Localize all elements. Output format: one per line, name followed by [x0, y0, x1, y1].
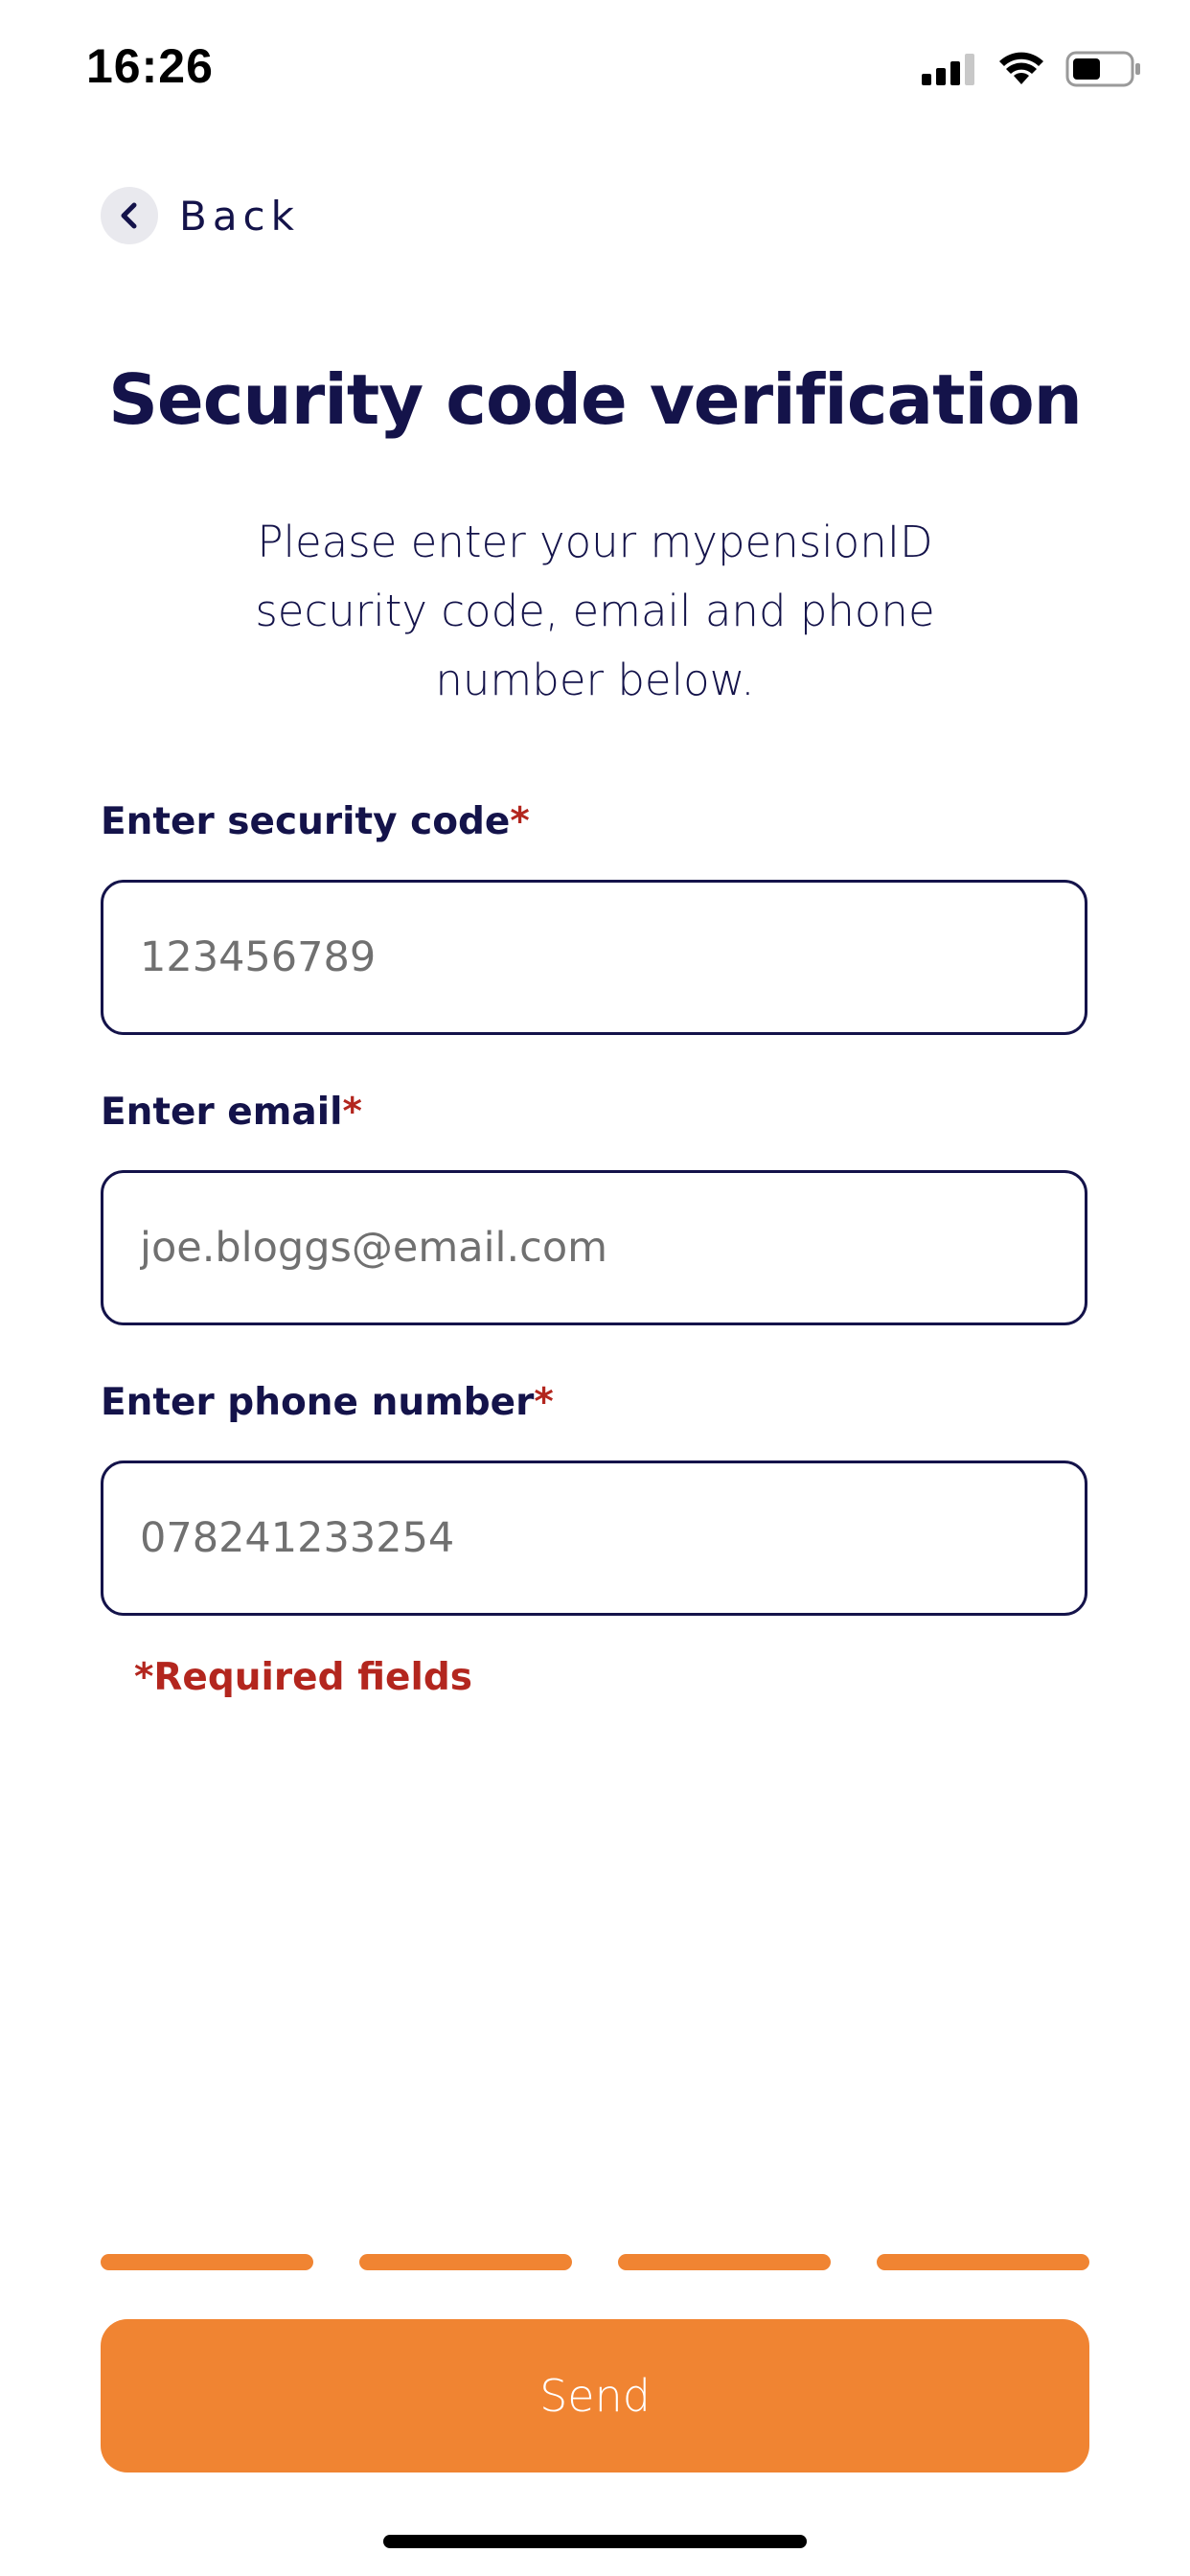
progress-step: [101, 2254, 313, 2270]
email-field[interactable]: [101, 1170, 1087, 1325]
progress-step: [877, 2254, 1089, 2270]
page-title: Security code verification: [108, 359, 1083, 440]
phone-label: Enter phone number*: [101, 1381, 554, 1424]
progress-step: [359, 2254, 572, 2270]
phone-label-text: Enter phone number: [101, 1381, 535, 1424]
home-indicator: [383, 2535, 807, 2548]
phone-field[interactable]: [101, 1460, 1087, 1616]
email-label: Enter email*: [101, 1091, 362, 1134]
status-bar: 16:26: [0, 0, 1190, 144]
back-button[interactable]: Back: [101, 187, 300, 244]
page-subtitle: Please enter your mypensionID security c…: [255, 517, 935, 705]
required-marker: *: [510, 800, 530, 843]
email-input[interactable]: [138, 1223, 1085, 1273]
chevron-left-icon: [101, 187, 158, 244]
security-code-label-text: Enter security code: [101, 800, 511, 843]
battery-icon: [1065, 51, 1142, 91]
email-label-text: Enter email: [101, 1091, 343, 1134]
required-fields-note: *Required fields: [134, 1656, 472, 1699]
required-marker: *: [534, 1381, 554, 1424]
security-code-input[interactable]: [138, 932, 1085, 982]
required-marker: *: [342, 1091, 362, 1134]
progress-step: [618, 2254, 831, 2270]
progress-indicator: [101, 2254, 1089, 2270]
security-code-field[interactable]: [101, 880, 1087, 1035]
status-icons: [922, 50, 1142, 92]
security-code-label: Enter security code*: [101, 800, 530, 843]
back-label: Back: [179, 192, 300, 240]
phone-input[interactable]: [138, 1513, 1085, 1563]
cellular-signal-icon: [922, 53, 977, 89]
send-button[interactable]: Send: [101, 2319, 1089, 2472]
status-time: 16:26: [86, 39, 214, 93]
wifi-icon: [998, 52, 1044, 90]
